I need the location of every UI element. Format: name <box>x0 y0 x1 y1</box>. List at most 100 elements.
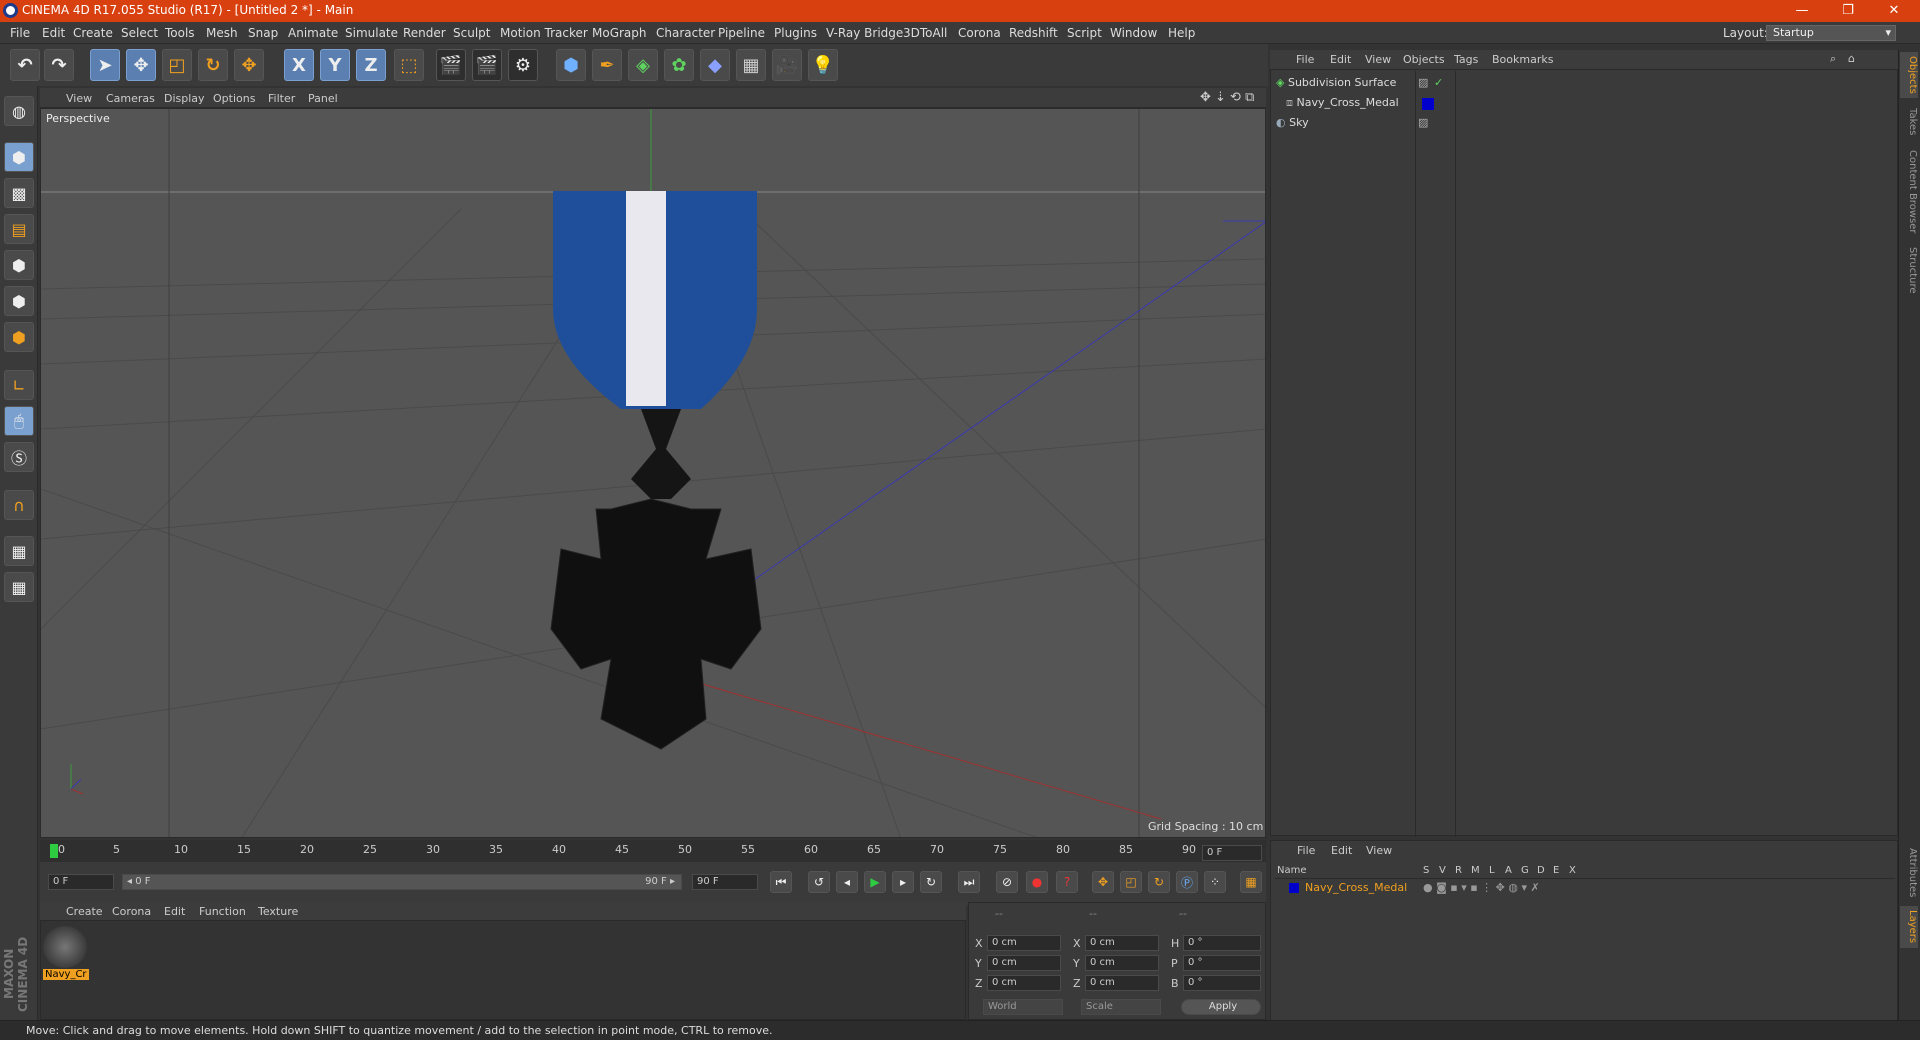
motion-path-icon[interactable]: ⊘ <box>996 871 1018 893</box>
timeline-ruler[interactable] <box>40 840 1266 862</box>
viewport-menu-panel[interactable]: Panel <box>308 92 338 105</box>
visibility-toggle-icon[interactable]: ▨ <box>1418 116 1428 129</box>
menu-character[interactable]: Character <box>656 26 715 40</box>
menu-select[interactable]: Select <box>121 26 158 40</box>
layer-color-swatch[interactable] <box>1422 98 1434 110</box>
menu-simulate[interactable]: Simulate <box>345 26 398 40</box>
magnet-icon[interactable]: ∩ <box>4 490 34 520</box>
make-editable-icon[interactable]: ◍ <box>4 96 34 126</box>
layer-menu-file[interactable]: File <box>1297 844 1315 857</box>
apply-button[interactable]: Apply <box>1181 999 1261 1015</box>
position-x-field[interactable]: 0 cm <box>987 935 1061 951</box>
go-to-start-icon[interactable]: ⏮ <box>770 871 792 893</box>
material-menu-create[interactable]: Create <box>66 905 103 918</box>
key-rotation-icon[interactable]: ↻ <box>1148 871 1170 893</box>
menu-vray-bridge[interactable]: V-Ray Bridge <box>826 26 903 40</box>
viewport[interactable] <box>40 108 1266 838</box>
tab-objects[interactable]: Objects <box>1900 52 1918 98</box>
x-axis-icon[interactable]: X <box>284 49 314 81</box>
camera-icon[interactable]: 🎥 <box>772 49 802 81</box>
viewport-menu-filter[interactable]: Filter <box>268 92 295 105</box>
viewport-menu-view[interactable]: View <box>66 92 92 105</box>
minimize-button[interactable]: — <box>1780 0 1824 22</box>
menu-mograph[interactable]: MoGraph <box>592 26 647 40</box>
layer-menu-edit[interactable]: Edit <box>1331 844 1352 857</box>
menu-3dtoall[interactable]: 3DToAll <box>903 26 947 40</box>
menu-corona[interactable]: Corona <box>958 26 1001 40</box>
rotation-h-field[interactable]: 0 ° <box>1183 935 1261 951</box>
current-frame-field[interactable]: 0 F <box>1202 845 1262 861</box>
viewport-nav-icon[interactable]: ✥ ⇣ ⟲ ⧉ <box>1200 90 1254 105</box>
recent-tool-icon[interactable]: ✥ <box>234 49 264 81</box>
key-param-icon[interactable]: Ⓟ <box>1176 871 1198 893</box>
polygons-mode-icon[interactable]: ⬢ <box>4 322 34 352</box>
position-y-field[interactable]: 0 cm <box>987 955 1061 971</box>
object-menu-view[interactable]: View <box>1365 53 1391 66</box>
layer-toggles-icon[interactable]: ● ◙ ▪ ▾ ▪ ⋮ ✥ ◍ ▾ ✗ <box>1423 881 1540 894</box>
menu-snap[interactable]: Snap <box>248 26 278 40</box>
material-preview-thumbnail[interactable] <box>43 926 87 968</box>
range-slider[interactable]: ◂ 0 F 90 F ▸ <box>122 874 682 890</box>
tab-content-browser[interactable]: Content Browser <box>1900 146 1918 238</box>
cube-icon[interactable]: ⬢ <box>556 49 586 81</box>
floor-icon[interactable]: ▦ <box>736 49 766 81</box>
object-menu-objects[interactable]: Objects <box>1403 53 1445 66</box>
edges-mode-icon[interactable]: ⬢ <box>4 286 34 316</box>
menu-plugins[interactable]: Plugins <box>774 26 817 40</box>
visibility-toggle-icon[interactable]: ▨ <box>1418 76 1428 89</box>
select-icon[interactable]: ➤ <box>90 49 120 81</box>
menu-render[interactable]: Render <box>403 26 446 40</box>
size-z-field[interactable]: 0 cm <box>1085 975 1159 991</box>
material-name[interactable]: Navy_Cr <box>43 969 89 980</box>
go-to-end-icon[interactable]: ⏭ <box>958 871 980 893</box>
menu-create[interactable]: Create <box>73 26 113 40</box>
restore-button[interactable]: ❐ <box>1826 0 1870 22</box>
material-menu-texture[interactable]: Texture <box>258 905 298 918</box>
layer-color-swatch[interactable] <box>1289 883 1299 893</box>
model-mode-icon[interactable]: ⬢ <box>4 142 34 172</box>
object-menu-tags[interactable]: Tags <box>1454 53 1478 66</box>
y-axis-icon[interactable]: Y <box>320 49 350 81</box>
playhead[interactable] <box>50 844 58 858</box>
tab-layers[interactable]: Layers <box>1900 906 1918 948</box>
menu-mesh[interactable]: Mesh <box>206 26 238 40</box>
previous-frame-icon[interactable]: ◂ <box>836 871 858 893</box>
menu-animate[interactable]: Animate <box>288 26 338 40</box>
redo-icon[interactable]: ↷ <box>44 49 74 81</box>
previous-key-icon[interactable]: ↺ <box>808 871 830 893</box>
viewport-menu-display[interactable]: Display <box>164 92 205 105</box>
move-icon[interactable]: ✥ <box>126 49 156 81</box>
key-pla-icon[interactable]: ⁘ <box>1204 871 1226 893</box>
next-frame-icon[interactable]: ▸ <box>892 871 914 893</box>
object-menu-file[interactable]: File <box>1296 53 1314 66</box>
key-scale-icon[interactable]: ◰ <box>1120 871 1142 893</box>
play-icon[interactable]: ▶ <box>864 871 886 893</box>
solo-icon[interactable]: Ⓢ <box>4 442 34 472</box>
deformer-icon[interactable]: ◆ <box>700 49 730 81</box>
timeline-icon[interactable]: ▦ <box>1240 871 1262 893</box>
rotate-icon[interactable]: ↻ <box>198 49 228 81</box>
material-menu-corona[interactable]: Corona <box>112 905 151 918</box>
object-row-sky[interactable]: ◐ Sky ▨ <box>1276 116 1428 134</box>
cloner-icon[interactable]: ✿ <box>664 49 694 81</box>
edit-render-settings-icon[interactable]: ⚙ <box>508 49 538 81</box>
rotation-p-field[interactable]: 0 ° <box>1183 955 1261 971</box>
render-picture-viewer-icon[interactable]: 🎬 <box>472 49 502 81</box>
pen-icon[interactable]: ✒ <box>592 49 622 81</box>
snap-icon[interactable]: ▦ <box>4 572 34 602</box>
undo-icon[interactable]: ↶ <box>10 49 40 81</box>
viewport-menu-cameras[interactable]: Cameras <box>106 92 155 105</box>
points-mode-icon[interactable]: ⬢ <box>4 250 34 280</box>
rotation-b-field[interactable]: 0 ° <box>1183 975 1261 991</box>
search-icon[interactable]: ⌕ <box>1830 52 1836 66</box>
layer-name[interactable]: Navy_Cross_Medal <box>1305 881 1407 894</box>
size-x-field[interactable]: 0 cm <box>1085 935 1159 951</box>
object-row-subdivision[interactable]: ◈ Subdivision Surface ▨ ✓ <box>1276 76 1443 94</box>
tab-structure[interactable]: Structure <box>1900 244 1918 296</box>
menu-redshift[interactable]: Redshift <box>1009 26 1058 40</box>
menu-tools[interactable]: Tools <box>165 26 195 40</box>
layer-menu-view[interactable]: View <box>1366 844 1392 857</box>
viewport-menu-options[interactable]: Options <box>213 92 255 105</box>
size-y-field[interactable]: 0 cm <box>1085 955 1159 971</box>
render-view-icon[interactable]: 🎬 <box>436 49 466 81</box>
